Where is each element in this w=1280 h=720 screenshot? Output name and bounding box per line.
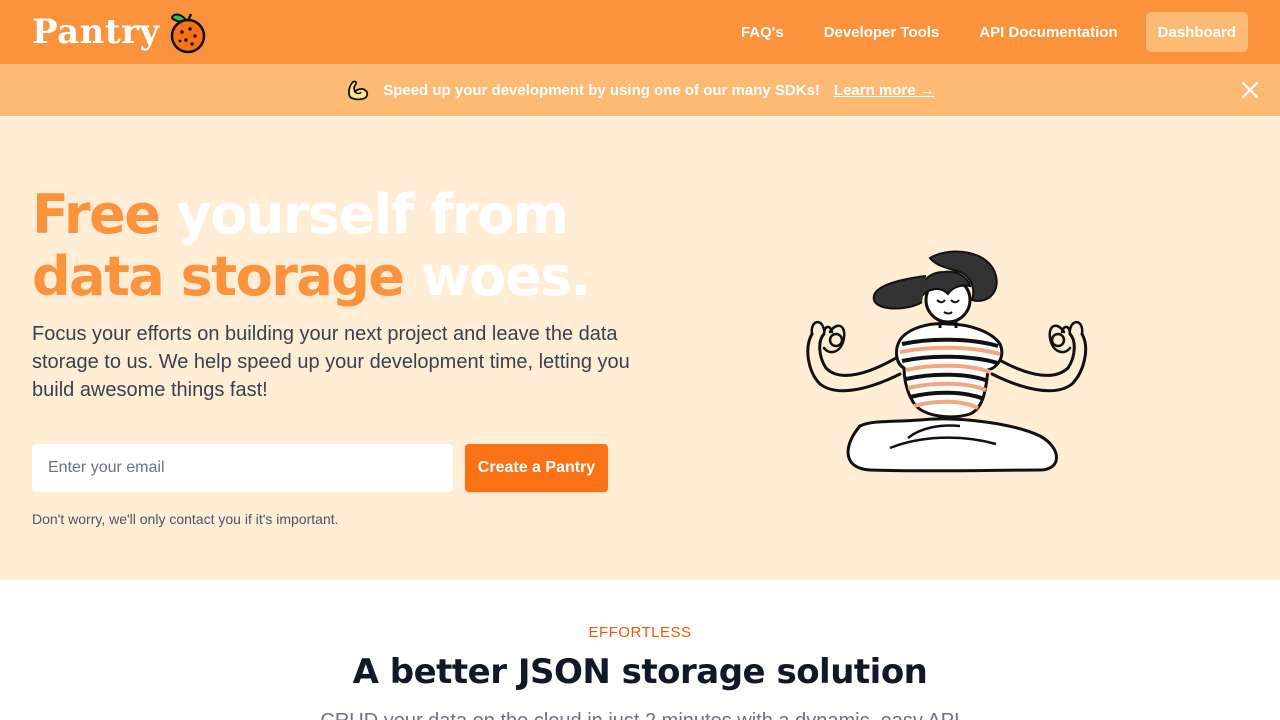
logo[interactable]: Pantry — [32, 8, 208, 56]
hero-subtext: Focus your efforts on building your next… — [32, 323, 630, 401]
banner-text: Speed up your development by using one o… — [383, 81, 820, 99]
nav-link-developer-tools[interactable]: Developer Tools — [824, 24, 940, 41]
section-title: A better JSON storage solution — [352, 652, 928, 692]
orange-fruit-icon — [170, 13, 206, 54]
close-icon[interactable] — [1240, 80, 1260, 100]
email-input[interactable] — [32, 444, 453, 492]
nav-link-api-documentation[interactable]: API Documentation — [979, 24, 1117, 41]
dashboard-button[interactable]: Dashboard — [1145, 12, 1248, 52]
headline-part-2: yourself from — [159, 183, 569, 246]
meditation-illustration — [806, 250, 1088, 473]
logo-text: Pantry — [32, 12, 160, 52]
flexed-arm-icon — [348, 80, 369, 101]
announcement-banner: Speed up your development by using one o… — [0, 64, 1280, 116]
headline-part-4: woes. — [403, 245, 591, 308]
top-navbar: Pantry FAQ's Developer Tools API Documen… — [0, 0, 1280, 64]
hero-headline: Free yourself from data storage woes. — [32, 184, 672, 308]
section-subtitle: CRUD your data on the cloud in just 2 mi… — [0, 710, 1280, 720]
headline-part-1: Free — [32, 183, 161, 246]
create-pantry-button[interactable]: Create a Pantry — [465, 444, 608, 492]
nav-link-faqs[interactable]: FAQ's — [741, 24, 784, 41]
email-disclaimer: Don't worry, we'll only contact you if i… — [32, 511, 339, 527]
learn-more-link[interactable]: Learn more → — [834, 82, 935, 99]
features-section: EFFORTLESS A better JSON storage solutio… — [0, 580, 1280, 720]
nav-links: FAQ's Developer Tools API Documentation … — [741, 12, 1248, 52]
section-eyebrow: EFFORTLESS — [588, 624, 692, 641]
headline-part-3: data storage — [32, 245, 405, 308]
hero-section: Free yourself from data storage woes. Fo… — [0, 116, 1280, 580]
